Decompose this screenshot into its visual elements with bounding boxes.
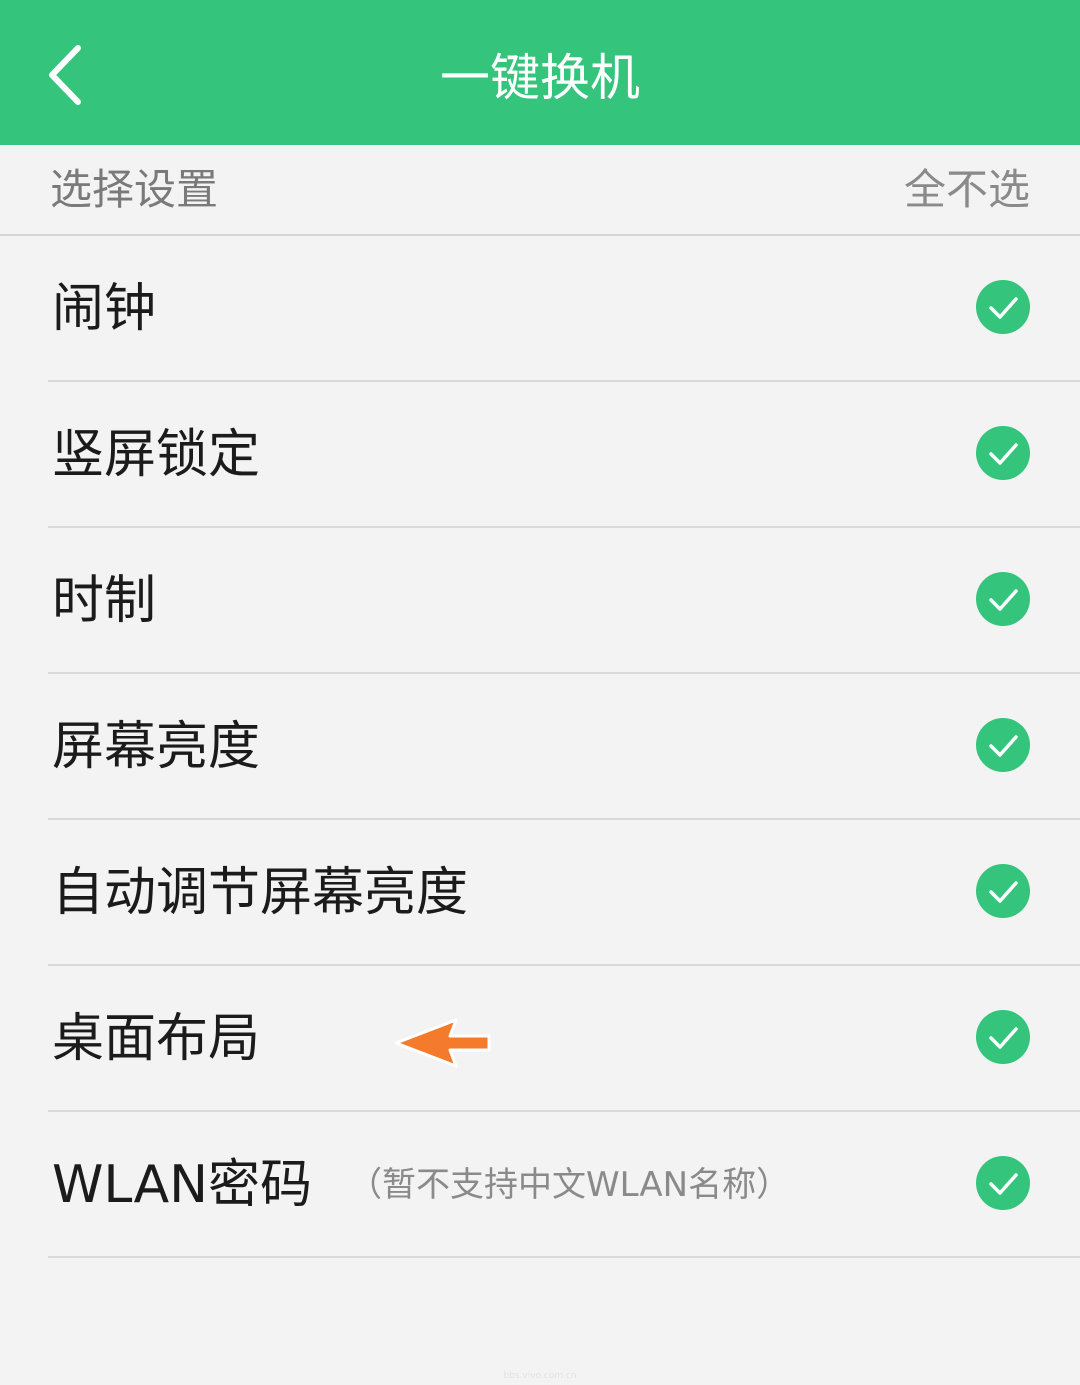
list-item-portrait-lock[interactable]: 竖屏锁定 (0, 382, 1080, 528)
list-item-alarm[interactable]: 闹钟 (0, 236, 1080, 382)
check-icon[interactable] (976, 864, 1030, 918)
deselect-all-button[interactable]: 全不选 (904, 165, 1030, 215)
item-label: 桌面布局 (52, 1009, 261, 1069)
check-icon[interactable] (976, 280, 1030, 334)
item-label: 竖屏锁定 (52, 425, 261, 485)
item-note: （暂不支持中文WLAN名称） (348, 1165, 791, 1205)
page-title: 一键换机 (440, 49, 640, 107)
item-label: 自动调节屏幕亮度 (52, 863, 469, 923)
item-label: 闹钟 (52, 279, 157, 339)
item-label: 时制 (52, 571, 157, 631)
section-label: 选择设置 (50, 165, 219, 214)
list-item-time-format[interactable]: 时制 (0, 528, 1080, 674)
chevron-left-icon (49, 45, 81, 105)
section-header: 选择设置 全不选 (0, 145, 1080, 236)
list-item-brightness[interactable]: 屏幕亮度 (0, 674, 1080, 820)
item-label: WLAN密码 (52, 1155, 313, 1215)
check-icon[interactable] (976, 572, 1030, 626)
watermark: bbs.vivo.com.cn (503, 1371, 577, 1381)
list-item-auto-brightness[interactable]: 自动调节屏幕亮度 (0, 820, 1080, 966)
back-button[interactable] (30, 30, 110, 120)
list-item-desktop-layout[interactable]: 桌面布局 (0, 966, 1080, 1112)
item-label: 屏幕亮度 (52, 717, 261, 777)
check-icon[interactable] (976, 718, 1030, 772)
list-item-wlan-password[interactable]: WLAN密码 （暂不支持中文WLAN名称） (0, 1112, 1080, 1258)
annotation-arrow-icon (392, 1014, 492, 1072)
check-icon[interactable] (976, 1010, 1030, 1064)
item-label-wrapper: WLAN密码 （暂不支持中文WLAN名称） (52, 1150, 790, 1220)
check-icon[interactable] (976, 426, 1030, 480)
app-header: 一键换机 (0, 0, 1080, 145)
check-icon[interactable] (976, 1156, 1030, 1210)
settings-list: 闹钟 竖屏锁定 时制 屏幕亮度 自动调节屏幕亮度 桌面布局 WLAN密码 （暂不… (0, 236, 1080, 1258)
